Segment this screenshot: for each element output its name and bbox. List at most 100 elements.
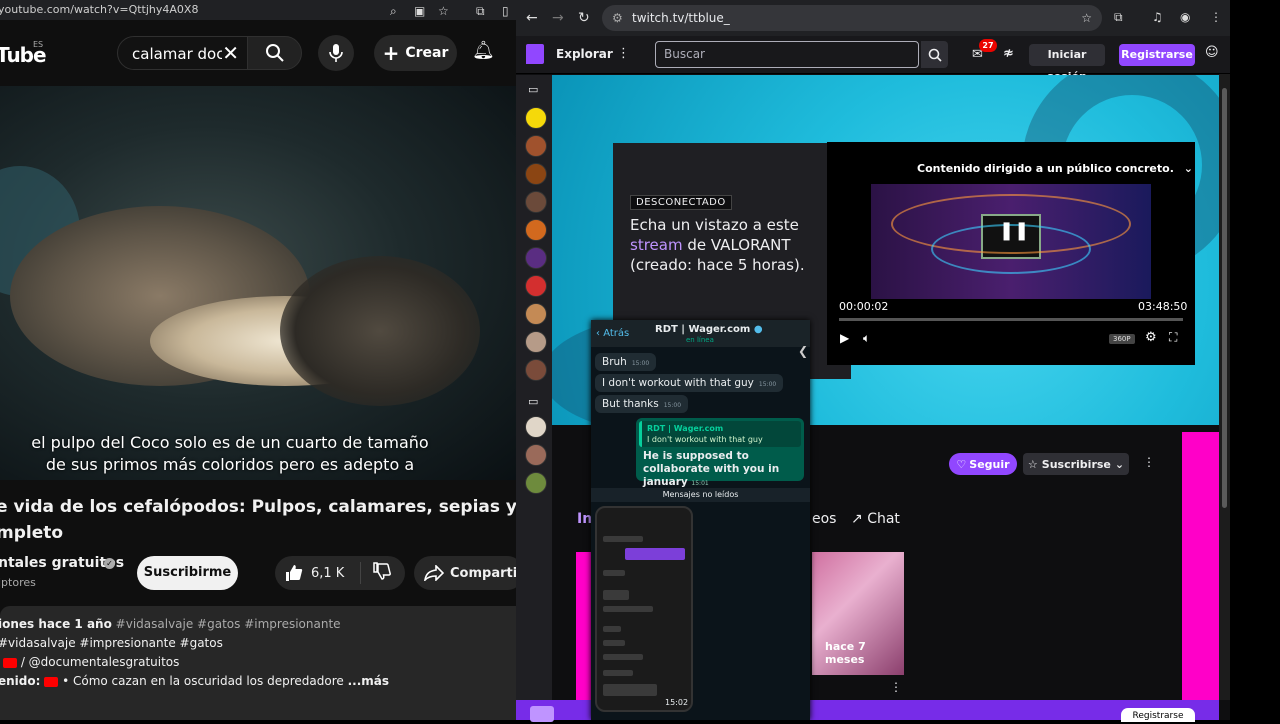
notification-count-badge: 27: [979, 39, 997, 52]
site-info-icon[interactable]: ⚙: [612, 5, 623, 31]
views-date: iones hace 1 año: [0, 617, 112, 631]
channel-avatar[interactable]: [525, 275, 547, 297]
mini-message: [603, 606, 653, 612]
subscribe-dropdown[interactable]: ☆ Suscribirse ⌄: [1023, 453, 1129, 475]
tab-home[interactable]: In: [577, 511, 592, 527]
bookmark-star-icon-2[interactable]: ☆: [1081, 5, 1092, 31]
video-card-thumbnail-2[interactable]: hace 7 meses: [812, 552, 904, 675]
video-tentacles: [280, 256, 480, 406]
twitch-url[interactable]: twitch.tv/ttblue_: [632, 11, 730, 25]
channel-avatar[interactable]: [525, 163, 547, 185]
volume-icon[interactable]: 🔈︎: [863, 331, 870, 346]
follow-button[interactable]: ♡ Seguir: [949, 453, 1017, 475]
unread-divider: Mensajes no leídos: [591, 488, 810, 502]
explore-link[interactable]: Explorar: [556, 47, 613, 61]
description-hashtags-2[interactable]: #vidasalvaje #impresionante #gatos: [0, 636, 223, 650]
scrollbar-thumb[interactable]: [1222, 88, 1227, 508]
twitch-address-bar[interactable]: ⚙ twitch.tv/ttblue_ ☆: [602, 5, 1102, 31]
youtube-url[interactable]: youtube.com/watch?v=Qttjhy4A0X8: [0, 0, 198, 20]
browser-menu-icon[interactable]: ⋮: [1210, 10, 1222, 24]
bookmark-star-icon[interactable]: ☆: [438, 1, 449, 21]
fullscreen-icon[interactable]: ⛶: [1169, 330, 1177, 345]
settings-gear-icon[interactable]: ⚙: [1145, 330, 1157, 345]
seek-bar[interactable]: [839, 318, 1183, 321]
search-icon: [265, 44, 284, 62]
related-video-link[interactable]: • Cómo cazan en la oscuridad los depreda…: [62, 674, 344, 688]
channel-avatar[interactable]: [525, 107, 547, 129]
channel-avatar[interactable]: [525, 219, 547, 241]
vod-player[interactable]: ❚❚ Contenido dirigido a un público concr…: [827, 142, 1195, 365]
like-button[interactable]: 6,1 K: [275, 562, 361, 584]
youtube-address-bar[interactable]: youtube.com/watch?v=Qttjhy4A0X8 ⌕ ▣ ☆ ⧉ …: [0, 0, 516, 20]
region-label: ES: [33, 40, 44, 49]
collapse-sidebar-icon[interactable]: ▭: [528, 83, 538, 96]
offline-text-highlight[interactable]: stream: [630, 236, 683, 254]
channel-avatar[interactable]: [525, 331, 547, 353]
channel-avatar[interactable]: [525, 191, 547, 213]
chat-quoted-reply: RDT | Wager.com I don't workout with tha…: [639, 421, 801, 447]
channel-avatar[interactable]: [525, 135, 547, 157]
reload-icon[interactable]: ↻: [578, 10, 590, 26]
pause-icon[interactable]: ❚❚: [999, 220, 1029, 242]
extensions-icon[interactable]: ⧉: [476, 1, 485, 21]
channel-link[interactable]: / @documentalesgratuitos: [21, 655, 180, 669]
chevron-down-icon: ⌄: [1183, 162, 1193, 175]
play-icon[interactable]: ▶: [840, 331, 849, 345]
extensions-icon-2[interactable]: ⧉: [1114, 10, 1123, 25]
install-icon[interactable]: ▣: [414, 1, 425, 21]
browser-toolbar: ← → ↻ ⚙ twitch.tv/ttblue_ ☆ ⧉ ♫ ◉ ⋮: [516, 0, 1230, 36]
subscribe-button[interactable]: Suscribirme: [137, 556, 238, 590]
offline-message: Echa un vistazo a este stream de VALORAN…: [630, 215, 840, 275]
search-query[interactable]: calamar docu: [132, 45, 222, 63]
channel-avatar[interactable]: [525, 444, 547, 466]
sidepanel-icon[interactable]: ▯: [502, 1, 509, 21]
panel-collapse-icon[interactable]: ❮: [798, 344, 810, 360]
zoom-icon[interactable]: ⌕: [390, 1, 397, 21]
channel-avatar[interactable]: [525, 472, 547, 494]
channel-avatar[interactable]: [525, 303, 547, 325]
chat-outgoing-message: RDT | Wager.com I don't workout with tha…: [636, 418, 804, 488]
channel-avatar[interactable]: [525, 416, 547, 438]
voice-search-button[interactable]: [318, 35, 354, 71]
chat-message: I don't workout with that guy 15:00: [595, 374, 784, 392]
show-more-link[interactable]: ...más: [348, 674, 389, 688]
channel-avatar[interactable]: [525, 359, 547, 381]
mini-message: [603, 626, 621, 632]
language-icon[interactable]: ≉: [1003, 46, 1014, 61]
video-card-thumbnail[interactable]: [576, 552, 592, 700]
create-button[interactable]: + Crear: [374, 35, 457, 71]
page-scrollbar[interactable]: [1219, 74, 1230, 700]
content-classification-notice[interactable]: Contenido dirigido a un público concreto…: [917, 162, 1193, 175]
forward-arrow-icon[interactable]: →: [552, 10, 564, 26]
back-arrow-icon[interactable]: ←: [526, 10, 538, 26]
share-button[interactable]: Compartir: [414, 556, 516, 590]
clear-search-icon[interactable]: ✕: [222, 41, 239, 65]
description-hashtags-1[interactable]: #vidasalvaje #gatos #impresionante: [116, 617, 341, 631]
tab-videos[interactable]: eos: [812, 511, 836, 527]
login-button[interactable]: Iniciar sesión: [1029, 44, 1105, 83]
profile-icon[interactable]: ◉: [1180, 10, 1190, 24]
youtube-window: youtube.com/watch?v=Qttjhy4A0X8 ⌕ ▣ ☆ ⧉ …: [0, 0, 516, 720]
search-button[interactable]: [247, 36, 302, 70]
notifications-bell-icon[interactable]: 🔔︎: [472, 40, 495, 61]
chat-back-button[interactable]: ‹ Atrás: [596, 328, 629, 339]
video-description[interactable]: iones hace 1 año #vidasalvaje #gatos #im…: [0, 606, 516, 720]
media-control-icon[interactable]: ♫: [1152, 10, 1163, 24]
user-menu-icon[interactable]: ☺: [1205, 45, 1219, 60]
dislike-button[interactable]: [361, 562, 391, 584]
register-button[interactable]: Registrarse: [1119, 44, 1195, 66]
more-menu-icon[interactable]: ⋮: [617, 46, 630, 61]
channel-avatar[interactable]: [525, 247, 547, 269]
more-options-icon[interactable]: ⋮: [1143, 455, 1155, 469]
screen-margin: [1230, 0, 1280, 720]
chat-message-text: I don't workout with that guy: [602, 377, 754, 389]
video-player[interactable]: [0, 86, 516, 480]
card-more-icon[interactable]: ⋮: [890, 680, 902, 694]
tab-chat[interactable]: ↗ Chat: [851, 511, 900, 527]
quality-badge: 360P: [1109, 334, 1135, 344]
twitch-search-input[interactable]: Buscar: [655, 41, 919, 68]
twitch-search-button[interactable]: [921, 41, 948, 68]
search-input[interactable]: calamar docu ✕: [117, 36, 248, 70]
twitch-logo-icon[interactable]: [526, 44, 544, 64]
microphone-icon: [329, 44, 343, 62]
